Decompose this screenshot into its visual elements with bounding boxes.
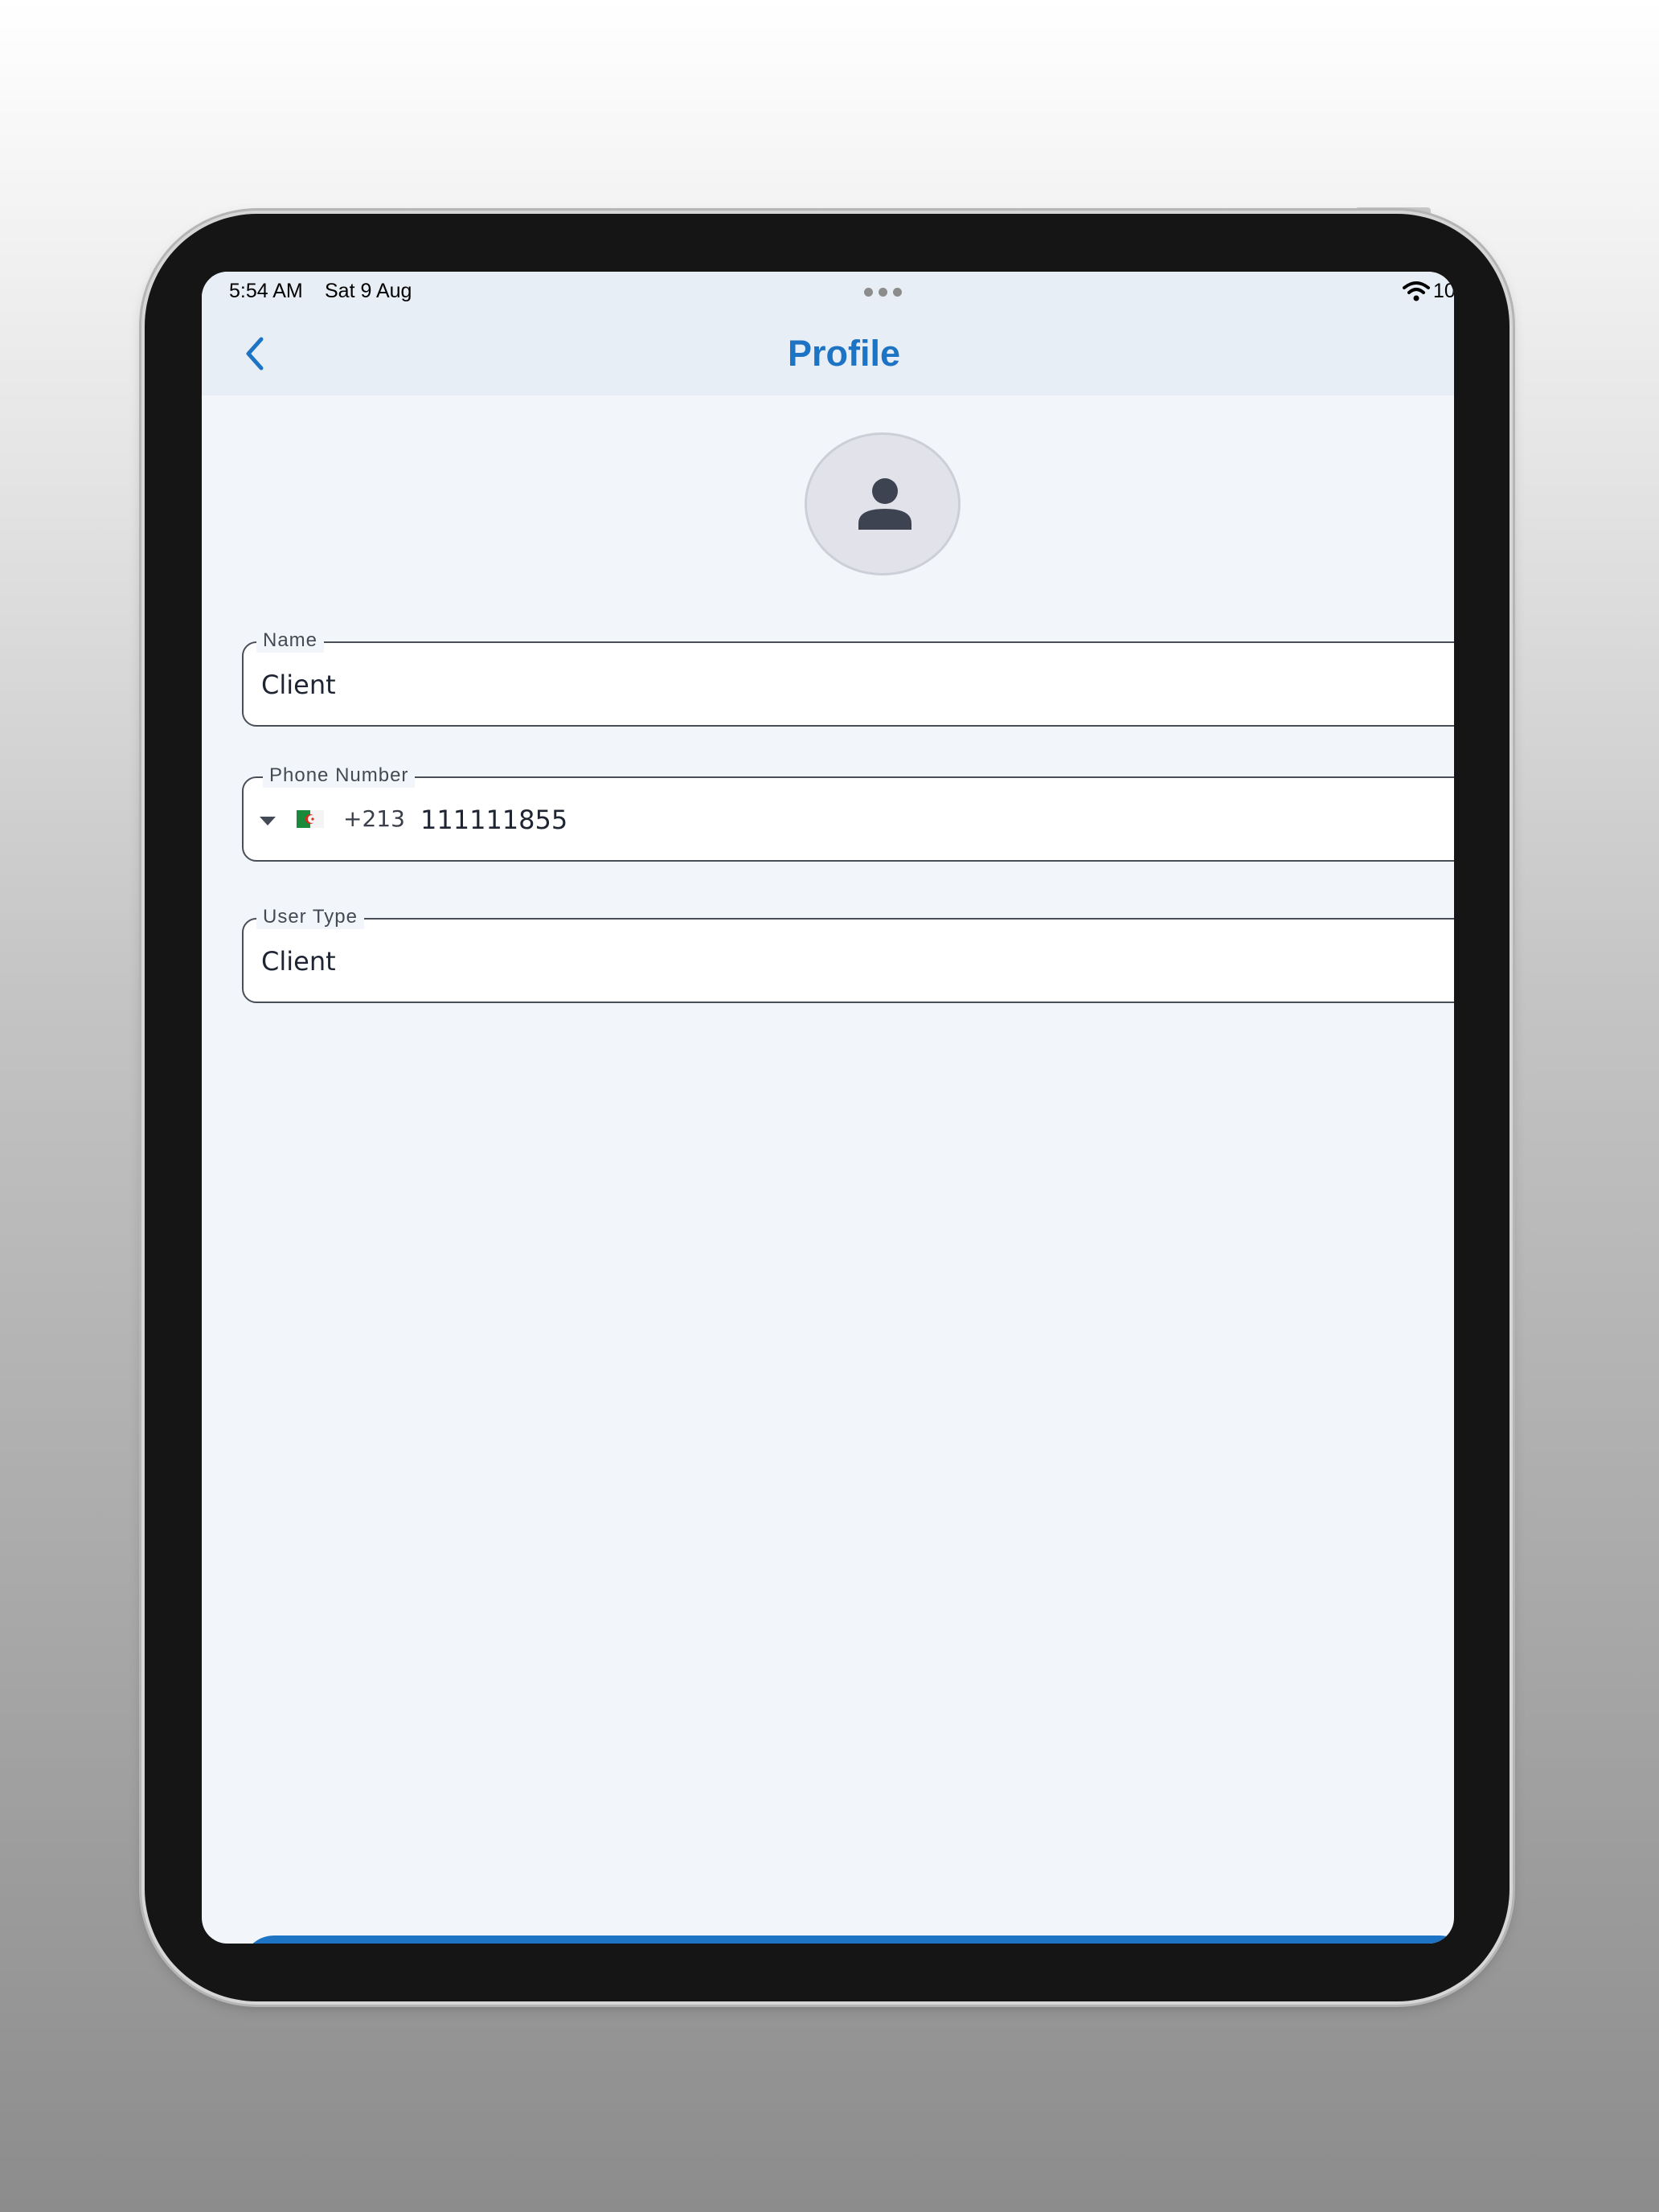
name-field[interactable]: Name [242,629,1454,727]
phone-number-field[interactable]: Phone Number +213 [242,764,1454,862]
navigation-bar: Profile [202,313,1454,395]
status-time: 5:54 AM [229,280,303,302]
save-button[interactable] [242,1936,1454,1944]
avatar[interactable] [805,432,961,576]
algeria-flag-icon[interactable] [297,810,324,828]
person-icon [858,478,911,530]
phone-number-input[interactable] [420,802,1385,838]
name-input[interactable] [261,667,1387,703]
country-dial-code[interactable]: +213 [343,805,405,832]
chevron-left-icon [246,337,264,371]
caret-down-icon[interactable] [260,817,276,825]
multitasking-dots-icon[interactable] [864,288,903,297]
wifi-icon [1403,281,1430,301]
status-date: Sat 9 Aug [325,280,412,302]
page-title: Profile [787,333,901,374]
back-button[interactable] [234,331,279,376]
battery-percentage: 10 [1433,280,1454,302]
user-type-label: User Type [256,905,364,929]
phone-number-label: Phone Number [263,764,416,788]
app-screen: 5:54 AM Sat 9 Aug 10 Profile Name Client… [202,272,1454,1944]
status-bar: 5:54 AM Sat 9 Aug 10 [202,272,1454,313]
user-type-field: User Type Client [242,905,1454,1003]
user-type-value: Client [261,946,336,977]
name-label: Name [256,629,325,653]
